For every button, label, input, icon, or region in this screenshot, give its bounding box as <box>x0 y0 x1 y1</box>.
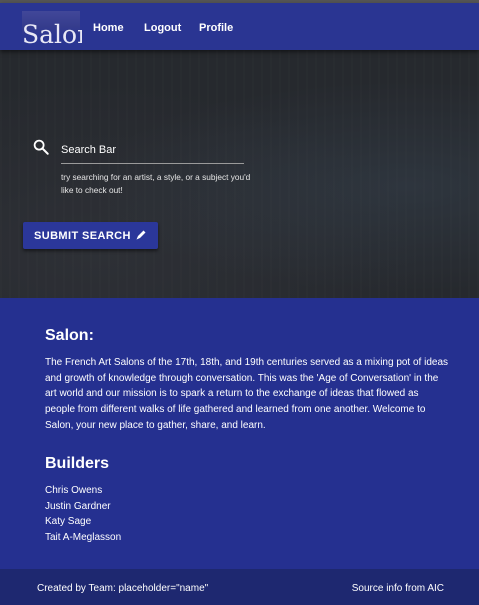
search-helper-text: try searching for an artist, a style, or… <box>61 172 251 195</box>
about-title: Salon: <box>45 327 94 344</box>
search-hero: try searching for an artist, a style, or… <box>0 50 479 298</box>
builders-list: Chris Owens Justin Gardner Katy Sage Tai… <box>45 483 121 546</box>
builder-item: Chris Owens <box>45 485 103 496</box>
builder-item: Justin Gardner <box>45 500 111 512</box>
footer-source: Source info from AIC <box>351 583 444 594</box>
submit-search-label: SUBMIT SEARCH <box>34 229 131 242</box>
submit-search-button[interactable]: SUBMIT SEARCH <box>23 222 158 249</box>
logo-text: Salon <box>22 20 82 49</box>
navbar: Salon Home Logout Profile <box>0 3 479 50</box>
nav-link-logout[interactable]: Logout <box>144 22 181 34</box>
search-icon <box>33 139 49 155</box>
footer: Created by Team: placeholder="name" Sour… <box>0 569 479 605</box>
about-section: Salon: The French Art Salons of the 17th… <box>0 298 479 569</box>
search-input[interactable] <box>61 140 244 164</box>
builder-item: Tait A-Meglasson <box>45 532 122 544</box>
pencil-icon <box>136 230 146 240</box>
about-text: The French Art Salons of the 17th, 18th,… <box>45 357 449 431</box>
logo[interactable]: Salon <box>20 7 82 49</box>
builders-title: Builders <box>45 455 110 472</box>
nav-link-home[interactable]: Home <box>93 22 124 34</box>
nav-link-profile[interactable]: Profile <box>199 22 233 34</box>
builder-item: Katy Sage <box>45 516 92 528</box>
footer-credits: Created by Team: placeholder="name" <box>37 583 209 594</box>
